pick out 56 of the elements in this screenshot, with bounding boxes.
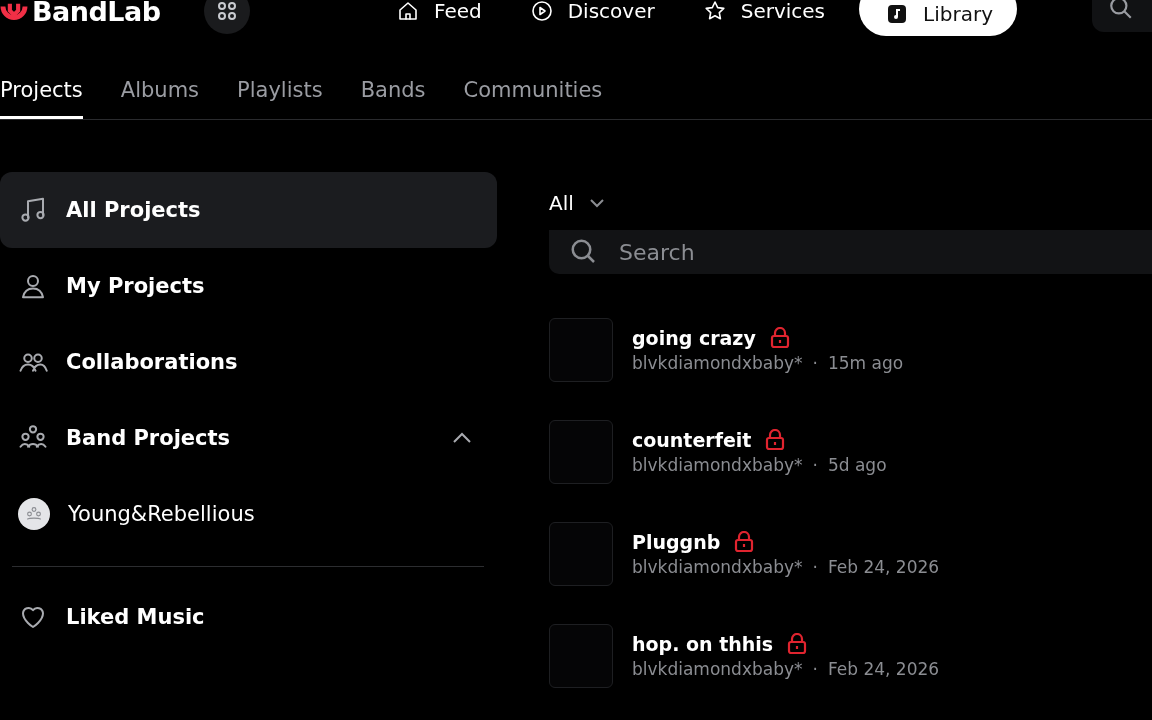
sidebar-item[interactable]: My Projects [0,248,497,324]
project-author[interactable]: blvkdiamondxbaby* [632,659,803,679]
filter-dropdown[interactable]: All [549,186,606,220]
search-input[interactable]: Search [617,238,921,266]
project-time: Feb 24, 2026 [827,659,940,679]
brand-name: BandLab [32,0,161,27]
sidebar-label: Collaborations [66,350,238,374]
sidebar-item[interactable]: Young&Rebellious [0,476,497,552]
search-icon [1108,0,1134,21]
project-author[interactable]: blvkdiamondxbaby* [632,455,803,475]
tab[interactable]: Albums [120,64,200,119]
project-thumbnail[interactable] [549,318,613,382]
project-title[interactable]: hop. on thhis [632,633,774,655]
home-icon [396,0,420,23]
logo-icon [0,1,28,21]
tab[interactable]: Projects [0,64,83,119]
chevron-down-icon [587,197,606,209]
grid-icon [216,0,238,22]
star-icon [702,0,727,23]
nav-link[interactable]: Library [859,0,1017,36]
separator-dot: · [812,557,818,577]
sidebar-item[interactable]: All Projects [0,172,497,248]
nav-link[interactable]: Feed [382,0,496,30]
project-thumbnail[interactable] [549,624,613,688]
tab[interactable]: Playlists [237,64,323,119]
project-time: 5d ago [827,455,887,475]
project-time: Feb 24, 2026 [827,557,940,577]
tab[interactable]: Communities [463,64,603,119]
separator-dot: · [812,353,818,373]
tab[interactable]: Bands [360,64,426,119]
separator-dot: · [812,659,818,679]
project-title[interactable]: counterfeit [632,429,752,451]
play-icon [529,0,554,23]
project-author[interactable]: blvkdiamondxbaby* [632,557,803,577]
sidebar-item[interactable]: Liked Music [0,579,497,655]
separator-dot: · [812,455,818,475]
sidebar-label: Band Projects [66,426,231,450]
chevron-up-icon[interactable] [451,431,473,445]
sidebar-item[interactable]: Collaborations [0,324,497,400]
project-title[interactable]: going crazy [632,327,756,349]
project-author[interactable]: blvkdiamondxbaby* [632,353,803,373]
sidebar-label: All Projects [66,198,201,222]
project-thumbnail[interactable] [549,420,613,484]
sidebar-label: Liked Music [66,605,205,629]
music-note-icon [18,195,48,225]
band-avatar [18,498,50,530]
project-title[interactable]: Pluggnb [632,531,721,553]
sidebar-label: My Projects [66,274,205,298]
search-field[interactable]: Search [549,230,1152,274]
nav-link[interactable]: Discover [515,0,669,30]
apps-button[interactable] [204,0,250,34]
sidebar-item[interactable]: Band Projects [0,400,497,476]
project-time: 15m ago [827,353,904,373]
project-thumbnail[interactable] [549,522,613,586]
nav-link[interactable]: Services [688,0,840,30]
sidebar-label: Young&Rebellious [68,502,255,526]
